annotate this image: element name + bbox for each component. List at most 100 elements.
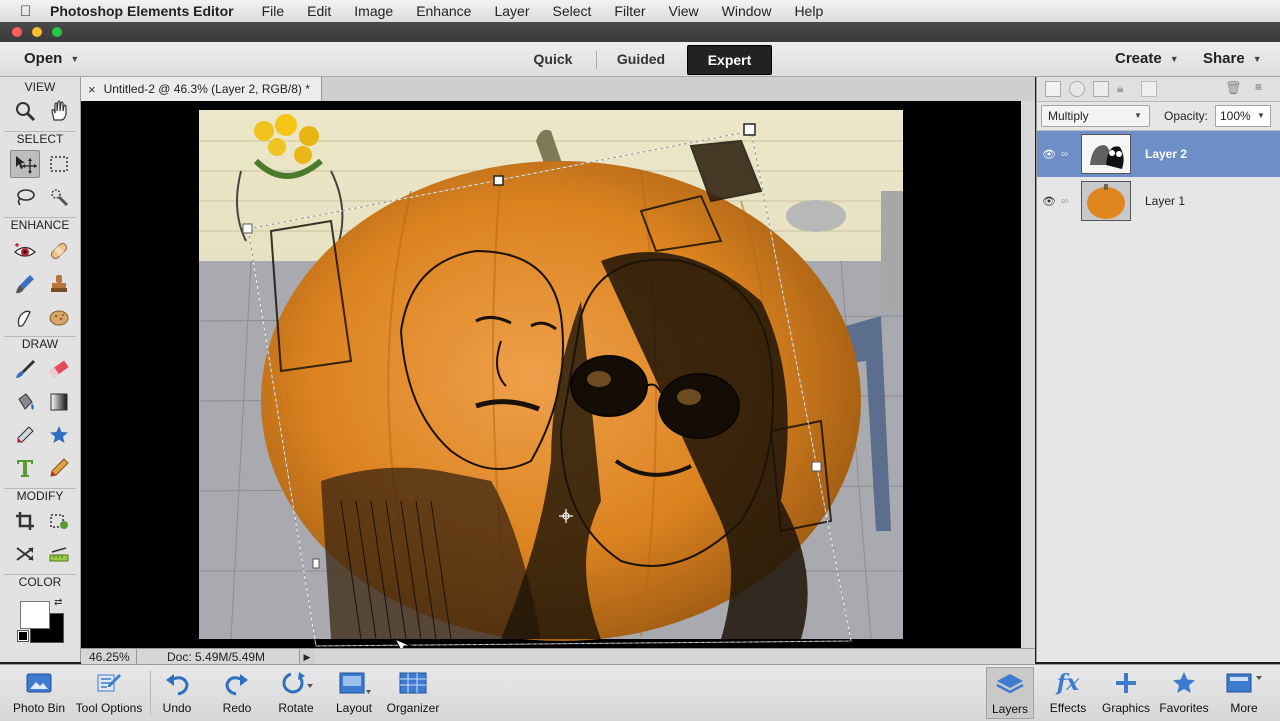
mode-divider bbox=[596, 51, 597, 69]
document-tab-title: Untitled-2 @ 46.3% (Layer 2, RGB/8) * bbox=[103, 82, 310, 96]
image-canvas[interactable] bbox=[81, 101, 1021, 648]
new-layer-icon[interactable] bbox=[1045, 81, 1061, 97]
spot-healing-brush-tool[interactable] bbox=[44, 237, 74, 265]
mode-expert-button[interactable]: Expert bbox=[687, 45, 772, 75]
transform-handle-top-left[interactable] bbox=[242, 223, 253, 234]
move-tool[interactable] bbox=[10, 150, 40, 178]
gradient-tool[interactable] bbox=[44, 388, 74, 416]
zoom-window-icon[interactable] bbox=[52, 27, 62, 37]
layers-button[interactable]: Layers bbox=[986, 667, 1034, 719]
brush-tool[interactable] bbox=[10, 355, 40, 383]
link-icon[interactable]: ∞ bbox=[1061, 149, 1073, 160]
color-swatches[interactable]: ⇄ bbox=[17, 597, 66, 643]
transform-handle-top[interactable] bbox=[493, 175, 504, 186]
menu-file[interactable]: File bbox=[262, 3, 285, 19]
straighten-tool[interactable] bbox=[44, 540, 74, 568]
canvas-vertical-scrollbar[interactable] bbox=[1021, 101, 1035, 648]
layer-row-layer-1[interactable]: 👁︎ ∞ Layer 1 bbox=[1037, 178, 1280, 224]
photo-bin-button[interactable]: Photo Bin bbox=[8, 667, 70, 719]
hand-tool[interactable] bbox=[44, 97, 74, 125]
menu-image[interactable]: Image bbox=[354, 3, 393, 19]
transform-handle-right[interactable] bbox=[811, 461, 822, 472]
layer-1-name: Layer 1 bbox=[1145, 194, 1186, 208]
visibility-eye-icon[interactable]: 👁︎ bbox=[1041, 195, 1057, 208]
opacity-field[interactable]: 100% ▼ bbox=[1215, 105, 1271, 127]
layer-row-layer-2[interactable]: 👁︎ ∞ Layer 2 bbox=[1037, 131, 1280, 177]
fill-adjustment-layer-icon[interactable] bbox=[1069, 81, 1085, 97]
custom-shape-tool[interactable] bbox=[44, 421, 74, 449]
swap-colors-icon[interactable]: ⇄ bbox=[54, 597, 62, 608]
eyedropper-tool[interactable] bbox=[10, 421, 40, 449]
paint-bucket-tool[interactable] bbox=[10, 388, 40, 416]
organizer-button[interactable]: Organizer bbox=[382, 667, 444, 719]
crop-tool[interactable] bbox=[10, 507, 40, 535]
chevron-down-icon: ▼ bbox=[1257, 111, 1265, 120]
lock-all-icon[interactable] bbox=[1141, 81, 1157, 97]
trash-icon[interactable]: 🗑︎ bbox=[1225, 81, 1242, 95]
menu-enhance[interactable]: Enhance bbox=[416, 3, 471, 19]
document-tab-bar: × Untitled-2 @ 46.3% (Layer 2, RGB/8) * bbox=[81, 77, 1035, 102]
link-icon[interactable]: ∞ bbox=[1061, 196, 1073, 207]
layer-mask-icon[interactable] bbox=[1093, 81, 1109, 97]
type-tool[interactable] bbox=[10, 454, 40, 482]
blend-mode-select[interactable]: Multiply ▼ bbox=[1041, 105, 1150, 127]
photo-bin-label: Photo Bin bbox=[12, 701, 66, 715]
effects-label: Effects bbox=[1049, 701, 1087, 715]
lock-icon[interactable]: 🔒︎ bbox=[1117, 81, 1131, 95]
clone-stamp-tool[interactable] bbox=[44, 270, 74, 298]
rotate-button[interactable]: Rotate bbox=[270, 667, 322, 719]
lasso-tool[interactable] bbox=[10, 183, 40, 211]
menu-edit[interactable]: Edit bbox=[307, 3, 331, 19]
mode-guided-button[interactable]: Guided bbox=[604, 45, 678, 73]
eraser-tool[interactable] bbox=[44, 355, 74, 383]
zoom-tool[interactable] bbox=[10, 97, 40, 125]
recompose-tool[interactable] bbox=[44, 507, 74, 535]
more-button[interactable]: More bbox=[1218, 667, 1270, 719]
visibility-eye-icon[interactable]: 👁︎ bbox=[1041, 148, 1057, 161]
content-aware-move-tool[interactable] bbox=[10, 540, 40, 568]
minimize-window-icon[interactable] bbox=[32, 27, 42, 37]
tool-options-button[interactable]: Tool Options bbox=[70, 667, 148, 719]
undo-button[interactable]: Undo bbox=[152, 667, 202, 719]
create-button[interactable]: Create ▼ bbox=[1115, 45, 1179, 73]
close-tab-icon[interactable]: × bbox=[88, 82, 96, 97]
graphics-button[interactable]: Graphics bbox=[1100, 667, 1152, 719]
menu-layer[interactable]: Layer bbox=[494, 3, 529, 19]
red-eye-tool[interactable] bbox=[10, 237, 40, 265]
pencil-tool[interactable] bbox=[44, 454, 74, 482]
sponge-tool[interactable] bbox=[44, 303, 74, 331]
layout-button[interactable]: Layout bbox=[330, 667, 378, 719]
menu-select[interactable]: Select bbox=[553, 3, 592, 19]
favorites-button[interactable]: Favorites bbox=[1156, 667, 1212, 719]
quick-selection-tool[interactable] bbox=[44, 183, 74, 211]
rectangular-marquee-tool[interactable] bbox=[44, 150, 74, 178]
redo-button[interactable]: Redo bbox=[212, 667, 262, 719]
magnifier-icon bbox=[16, 102, 36, 122]
transform-handle-top-right[interactable] bbox=[743, 123, 756, 136]
mouse-cursor-icon bbox=[393, 637, 412, 648]
open-button[interactable]: Open ▼ bbox=[24, 45, 79, 73]
share-button[interactable]: Share ▼ bbox=[1203, 45, 1262, 73]
apple-menu-icon[interactable]:  bbox=[20, 3, 40, 20]
transform-handle-left[interactable] bbox=[312, 558, 320, 569]
menu-window[interactable]: Window bbox=[722, 3, 772, 19]
blur-tool[interactable] bbox=[10, 303, 40, 331]
menu-help[interactable]: Help bbox=[794, 3, 823, 19]
cross-arrows-icon bbox=[16, 547, 34, 561]
section-draw-label: DRAW bbox=[21, 337, 59, 351]
straighten-icon bbox=[49, 547, 69, 562]
default-colors-icon[interactable] bbox=[17, 630, 29, 642]
smart-brush-tool[interactable] bbox=[10, 270, 40, 298]
layer-2-name: Layer 2 bbox=[1145, 147, 1188, 161]
panel-menu-icon[interactable]: ≡ bbox=[1255, 80, 1271, 96]
menu-app-name[interactable]: Photoshop Elements Editor bbox=[50, 3, 234, 19]
menu-filter[interactable]: Filter bbox=[614, 3, 645, 19]
menu-view[interactable]: View bbox=[669, 3, 699, 19]
zoom-level[interactable]: 46.25% bbox=[89, 650, 130, 664]
status-menu-arrow-icon[interactable]: ▶ bbox=[299, 649, 314, 665]
effects-button[interactable]: fx Effects bbox=[1044, 667, 1092, 719]
mode-quick-button[interactable]: Quick bbox=[520, 45, 586, 73]
foreground-color-swatch[interactable] bbox=[20, 601, 50, 629]
document-tab[interactable]: × Untitled-2 @ 46.3% (Layer 2, RGB/8) * bbox=[81, 77, 322, 101]
close-window-icon[interactable] bbox=[12, 27, 22, 37]
